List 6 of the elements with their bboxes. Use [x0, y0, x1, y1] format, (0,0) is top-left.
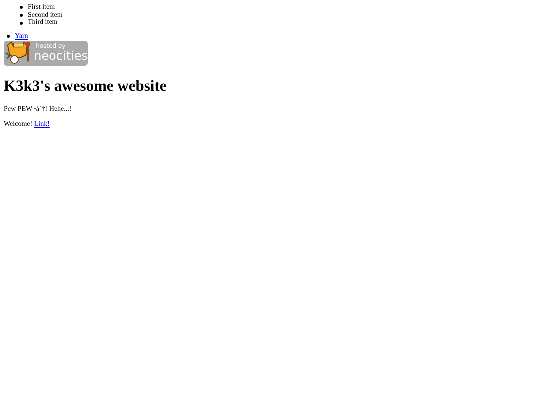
bullet-icon [7, 35, 10, 38]
badge-wordmark: neocities [34, 50, 88, 62]
bullet-icon [20, 14, 23, 18]
page-heading: K3k3's awesome website [4, 78, 168, 96]
bullet-icon [20, 22, 23, 25]
bullet-icon [20, 6, 23, 10]
